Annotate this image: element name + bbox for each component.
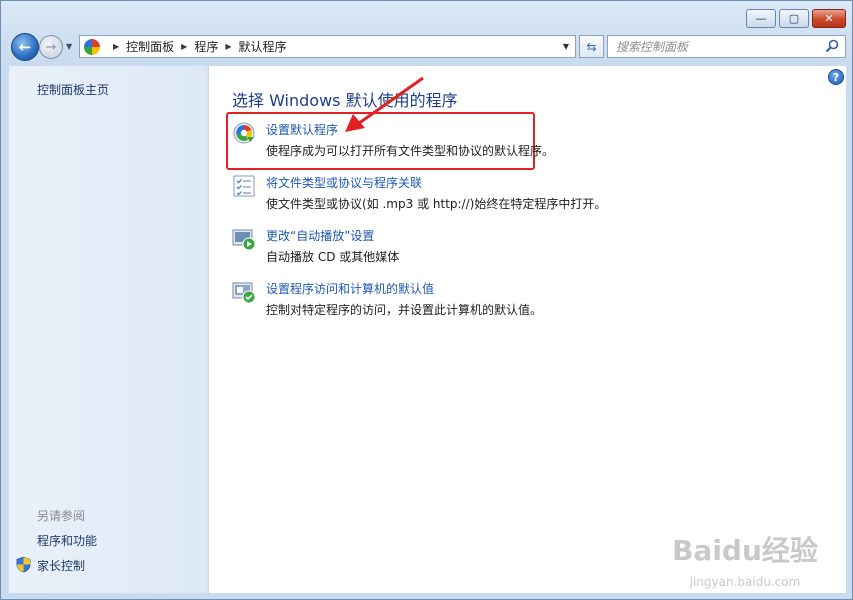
- sidebar-item-control-panel-home[interactable]: 控制面板主页: [37, 81, 109, 98]
- search-icon[interactable]: [825, 39, 839, 53]
- task-desc-autoplay: 自动播放 CD 或其他媒体: [266, 250, 400, 264]
- recent-pages-dropdown[interactable]: ▼: [66, 42, 72, 51]
- forward-arrow-icon: →: [45, 39, 57, 55]
- refresh-icon: ⇆: [586, 39, 597, 54]
- breadcrumb-control-panel[interactable]: 控制面板: [126, 38, 174, 55]
- watermark-url: jingyan.baidu.com: [689, 575, 801, 589]
- task-set-default-programs: 设置默认程序 使程序成为可以打开所有文件类型和协议的默认程序。: [232, 121, 832, 161]
- close-button[interactable]: ✕: [812, 9, 846, 28]
- main-content: ? 选择 Windows 默认使用的程序 设置默认程序 使程序成为可以打开所有文…: [209, 66, 846, 593]
- sidebar: 控制面板主页 另请参阅 程序和功能 家长控制: [9, 66, 208, 593]
- search-input[interactable]: [616, 39, 816, 54]
- search-box: [607, 35, 846, 58]
- autoplay-icon: [232, 229, 256, 251]
- refresh-button[interactable]: ⇆: [579, 35, 604, 58]
- task-desc-set-default-programs: 使程序成为可以打开所有文件类型和协议的默认程序。: [266, 144, 555, 158]
- back-arrow-icon: ←: [18, 38, 32, 56]
- uac-shield-icon: [16, 556, 31, 573]
- watermark-brand: Baidu经验: [672, 534, 818, 567]
- task-link-autoplay[interactable]: 更改“自动播放”设置: [266, 227, 374, 244]
- sidebar-item-parental-controls[interactable]: 家长控制: [37, 557, 85, 574]
- task-desc-file-association: 使文件类型或协议(如 .mp3 或 http://)始终在特定程序中打开。: [266, 197, 607, 211]
- forward-button[interactable]: →: [39, 35, 63, 59]
- minimize-button[interactable]: —: [746, 9, 776, 28]
- default-programs-icon: [233, 122, 255, 144]
- control-panel-window: — ▢ ✕ ← → ▼ ▶ 控制面板 ▶ 程序 ▶ 默认程序 ▼ ⇆ 搜索控制面…: [0, 0, 853, 600]
- control-panel-icon: [84, 38, 100, 55]
- breadcrumb-programs[interactable]: 程序: [194, 38, 218, 55]
- maximize-button[interactable]: ▢: [779, 9, 809, 28]
- caption-buttons: — ▢ ✕: [746, 9, 846, 28]
- task-link-program-access[interactable]: 设置程序访问和计算机的默认值: [266, 280, 434, 297]
- task-autoplay: 更改“自动播放”设置 自动播放 CD 或其他媒体: [232, 227, 832, 267]
- task-program-access: 设置程序访问和计算机的默认值 控制对特定程序的访问，并设置此计算机的默认值。: [232, 280, 832, 320]
- watermark: Baidu经验 jingyan.baidu.com: [655, 529, 835, 591]
- address-dropdown-button[interactable]: ▼: [557, 36, 575, 57]
- help-icon: ?: [832, 70, 840, 84]
- program-access-icon: [232, 282, 256, 304]
- annotation-arrow-icon: [345, 76, 424, 132]
- chevron-down-icon: ▼: [562, 42, 570, 51]
- task-link-file-association[interactable]: 将文件类型或协议与程序关联: [266, 174, 422, 191]
- breadcrumb-separator-icon[interactable]: ▶: [113, 42, 119, 51]
- breadcrumb-default-programs[interactable]: 默认程序: [239, 38, 287, 55]
- task-link-set-default-programs[interactable]: 设置默认程序: [266, 121, 338, 138]
- help-button[interactable]: ?: [828, 69, 844, 85]
- file-association-icon: [233, 175, 255, 197]
- task-file-association: 将文件类型或协议与程序关联 使文件类型或协议(如 .mp3 或 http://)…: [232, 174, 832, 214]
- breadcrumb-separator-icon[interactable]: ▶: [225, 42, 231, 51]
- navigation-toolbar: ← → ▼ ▶ 控制面板 ▶ 程序 ▶ 默认程序 ▼ ⇆: [9, 33, 846, 61]
- chevron-down-icon: ▼: [66, 42, 73, 51]
- task-desc-program-access: 控制对特定程序的访问，并设置此计算机的默认值。: [266, 303, 543, 317]
- see-also-heading: 另请参阅: [37, 509, 86, 523]
- address-bar[interactable]: ▶ 控制面板 ▶ 程序 ▶ 默认程序 ▼: [79, 35, 576, 58]
- breadcrumb-separator-icon[interactable]: ▶: [181, 42, 187, 51]
- back-button[interactable]: ←: [11, 33, 39, 61]
- sidebar-item-programs-and-features[interactable]: 程序和功能: [37, 532, 97, 549]
